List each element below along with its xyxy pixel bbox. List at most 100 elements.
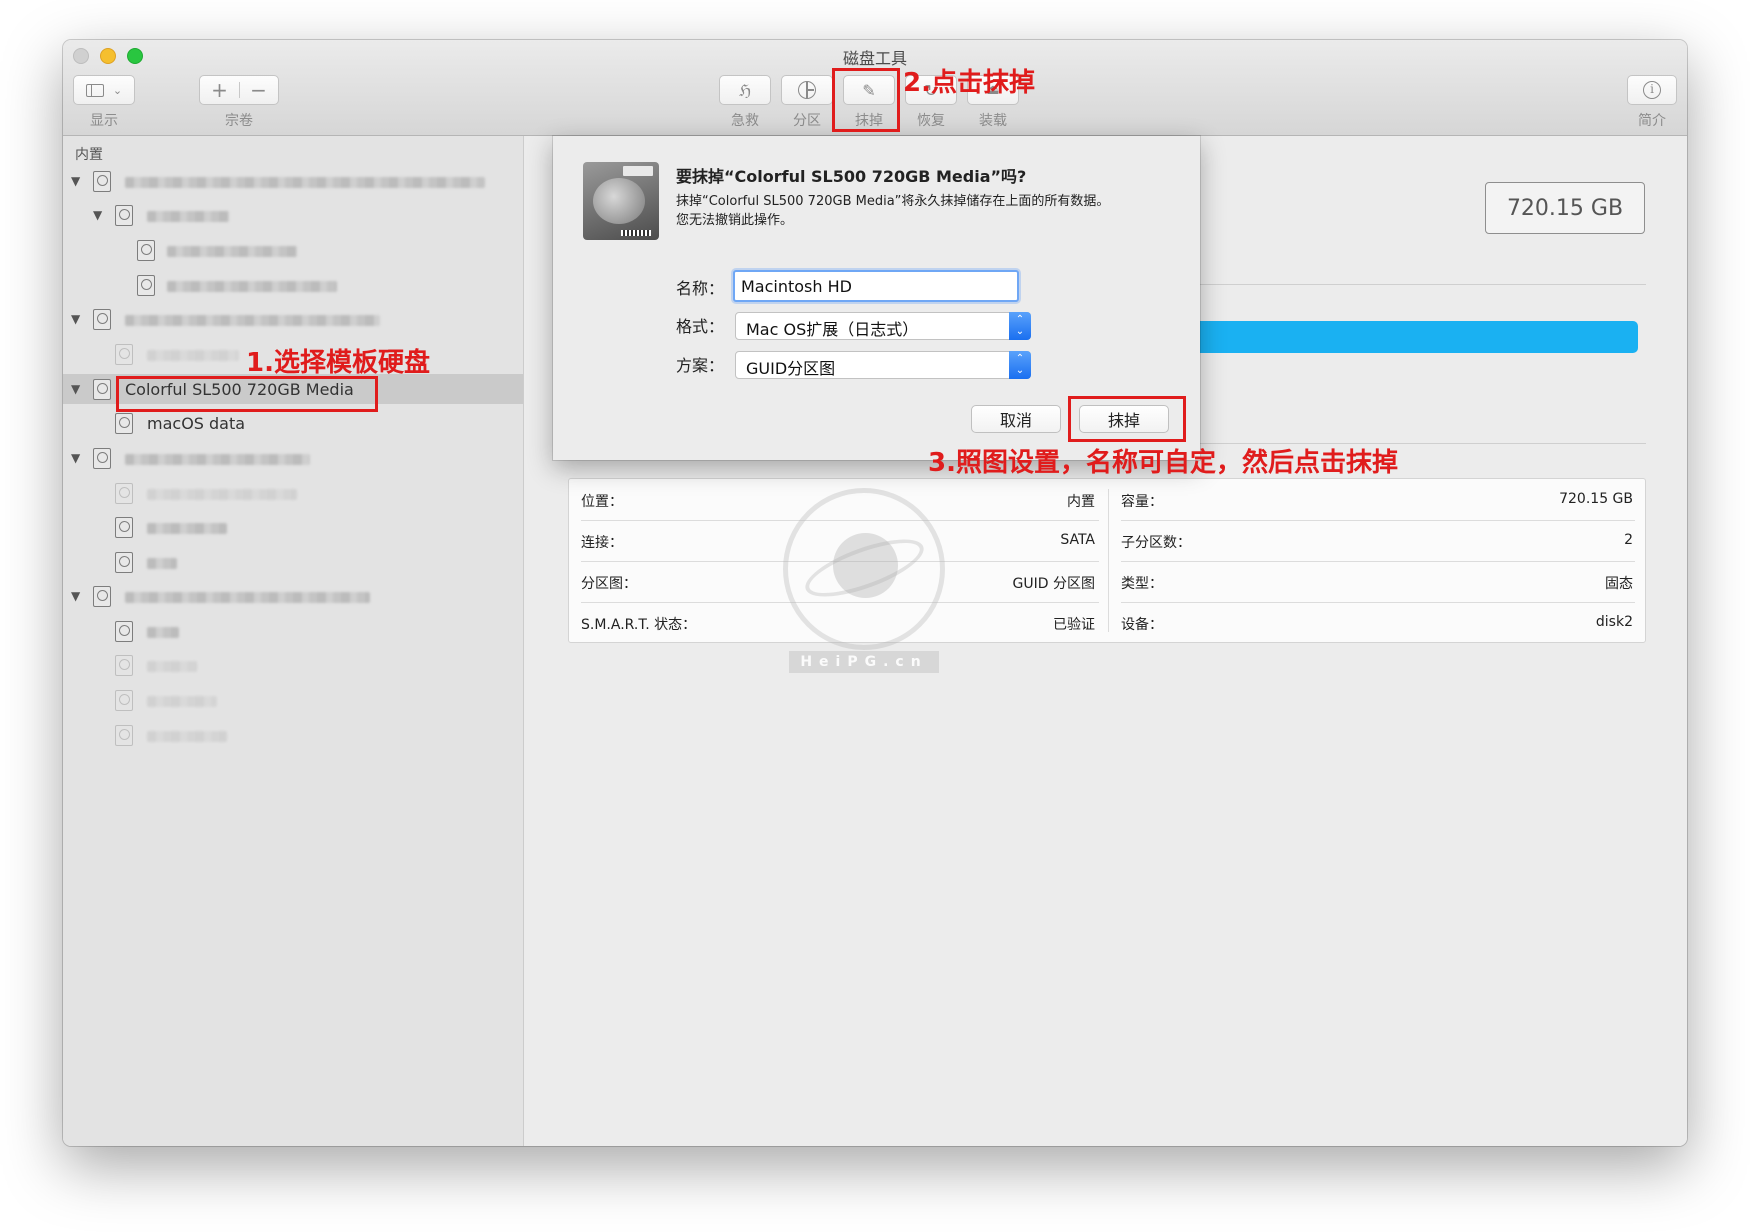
sidebar-disk-item[interactable]: ▼ xyxy=(63,304,523,334)
sidebar-volume-item[interactable] xyxy=(63,478,523,508)
info-type-label: 类型： xyxy=(1121,576,1163,592)
hard-disk-icon xyxy=(115,552,133,573)
info-child-count-label: 子分区数： xyxy=(1121,535,1191,551)
sidebar-volume-item[interactable] xyxy=(63,512,523,542)
sidebar-section-internal: 内置 xyxy=(75,147,103,163)
sidebar-disk-item[interactable]: ▼ xyxy=(63,166,523,196)
partition-label: 分区 xyxy=(793,113,821,129)
info-child-count-value: 2 xyxy=(1624,532,1633,548)
sidebar-volume-item[interactable] xyxy=(63,685,523,715)
blurred-label xyxy=(147,350,239,361)
add-volume-button[interactable]: + xyxy=(200,78,239,102)
scheme-label: 方案： xyxy=(676,356,725,375)
name-label: 名称： xyxy=(676,279,725,298)
hard-disk-icon xyxy=(93,379,111,400)
sidebar-volume-item[interactable] xyxy=(63,235,523,265)
hard-disk-icon xyxy=(115,205,133,226)
hard-disk-icon xyxy=(115,690,133,711)
toolbar: 磁盘工具 ⌄ 显示 + − 宗卷 ℌ 急救 分区 ✎ 抹掉 ↻ 恢复 ⏏ 装载 … xyxy=(63,40,1687,136)
disclosure-triangle-icon[interactable]: ▼ xyxy=(71,312,80,326)
column-divider xyxy=(1108,489,1109,632)
blurred-label xyxy=(167,246,297,257)
info-button[interactable]: i xyxy=(1627,75,1677,105)
info-location-value: 内置 xyxy=(1067,494,1095,510)
hard-disk-icon xyxy=(93,309,111,330)
sidebar-disk-item[interactable]: ▼ xyxy=(63,581,523,611)
window-title: 磁盘工具 xyxy=(842,49,907,68)
row-divider xyxy=(1121,602,1635,603)
info-capacity-label: 容量： xyxy=(1121,494,1163,510)
erase-button[interactable]: ✎ xyxy=(843,75,895,105)
hard-disk-icon xyxy=(115,483,133,504)
partition-button[interactable] xyxy=(781,75,833,105)
sidebar-icon xyxy=(85,83,104,97)
info-type-value: 固态 xyxy=(1605,576,1633,592)
stethoscope-icon: ℌ xyxy=(738,80,752,100)
disclosure-triangle-icon[interactable]: ▼ xyxy=(71,382,80,396)
sidebar-volume-item[interactable]: macOS data xyxy=(63,408,523,438)
format-label: 格式： xyxy=(676,317,725,336)
sidebar-volume-item[interactable] xyxy=(63,616,523,646)
dialog-message-line1: 抹掉“Colorful SL500 720GB Media”将永久抹掉储存在上面… xyxy=(676,194,1110,209)
disclosure-triangle-icon[interactable]: ▼ xyxy=(71,174,80,188)
hard-disk-icon xyxy=(137,240,155,261)
sidebar-volume-item[interactable] xyxy=(63,650,523,680)
blurred-label xyxy=(125,177,485,188)
scheme-select[interactable]: GUID分区图 ⌃ ⌄ xyxy=(735,351,1031,379)
disclosure-triangle-icon[interactable]: ▼ xyxy=(71,589,80,603)
capacity-display: 720.15 GB xyxy=(1485,182,1645,234)
hard-disk-icon xyxy=(93,448,111,469)
row-divider xyxy=(1121,520,1635,521)
sidebar: 内置 ▼ ▼ ▼ ▼ Colorful SL500 720GB Media ma… xyxy=(63,136,524,1146)
volume-label: macOS data xyxy=(147,414,246,433)
blurred-label xyxy=(167,281,337,292)
blurred-label xyxy=(147,523,227,534)
first-aid-button[interactable]: ℌ xyxy=(719,75,771,105)
sidebar-disk-item[interactable]: ▼ xyxy=(63,443,523,473)
mount-label: 装载 xyxy=(979,113,1007,129)
hard-disk-icon xyxy=(115,621,133,642)
name-field[interactable] xyxy=(733,270,1019,302)
sidebar-volume-item[interactable] xyxy=(63,547,523,577)
sidebar-volume-item[interactable] xyxy=(63,720,523,750)
eraser-pencil-icon: ✎ xyxy=(862,80,876,100)
info-device-value: disk2 xyxy=(1595,614,1633,630)
annotation-step1: 1.选择模板硬盘 xyxy=(246,348,430,378)
info-location-label: 位置： xyxy=(581,494,623,510)
format-select[interactable]: Mac OS扩展（日志式） ⌃ ⌄ xyxy=(735,312,1031,340)
hard-drive-icon xyxy=(583,162,659,240)
hard-disk-icon xyxy=(115,655,133,676)
usage-bar xyxy=(1190,321,1638,353)
annotation-step3: 3.照图设置，名称可自定，然后点击抹掉 xyxy=(928,448,1398,478)
hard-disk-icon xyxy=(115,725,133,746)
restore-label: 恢复 xyxy=(917,113,945,129)
erase-confirm-button[interactable]: 抹掉 xyxy=(1079,405,1169,433)
cancel-button[interactable]: 取消 xyxy=(971,405,1061,433)
blurred-label xyxy=(147,558,177,569)
blurred-label xyxy=(147,211,229,222)
view-button[interactable]: ⌄ xyxy=(73,75,135,105)
watermark-text: HeiPG.cn xyxy=(789,651,939,673)
sidebar-volume-item[interactable] xyxy=(63,270,523,300)
hard-disk-icon xyxy=(93,586,111,607)
hard-disk-icon xyxy=(93,171,111,192)
info-connection-label: 连接： xyxy=(581,535,623,551)
sidebar-container-item[interactable]: ▼ xyxy=(63,200,523,230)
blurred-label xyxy=(147,731,227,742)
hard-disk-icon xyxy=(137,275,155,296)
info-partition-map-value: GUID 分区图 xyxy=(1012,576,1095,592)
pie-chart-icon xyxy=(798,81,816,99)
blurred-label xyxy=(125,315,380,326)
disclosure-triangle-icon[interactable]: ▼ xyxy=(93,208,102,222)
format-select-value: Mac OS扩展（日志式） xyxy=(746,320,919,339)
volume-label: 宗卷 xyxy=(225,113,253,129)
info-label: 简介 xyxy=(1638,113,1666,129)
info-icon: i xyxy=(1643,81,1661,99)
disclosure-triangle-icon[interactable]: ▼ xyxy=(71,451,80,465)
volume-segmented-control: + − xyxy=(199,75,279,105)
chevron-up-down-icon: ⌃ ⌄ xyxy=(1009,351,1031,379)
remove-volume-button[interactable]: − xyxy=(239,78,278,102)
hard-disk-icon xyxy=(115,413,133,434)
selected-disk-label: Colorful SL500 720GB Media xyxy=(125,380,354,399)
info-smart-label: S.M.A.R.T. 状态： xyxy=(581,617,697,633)
